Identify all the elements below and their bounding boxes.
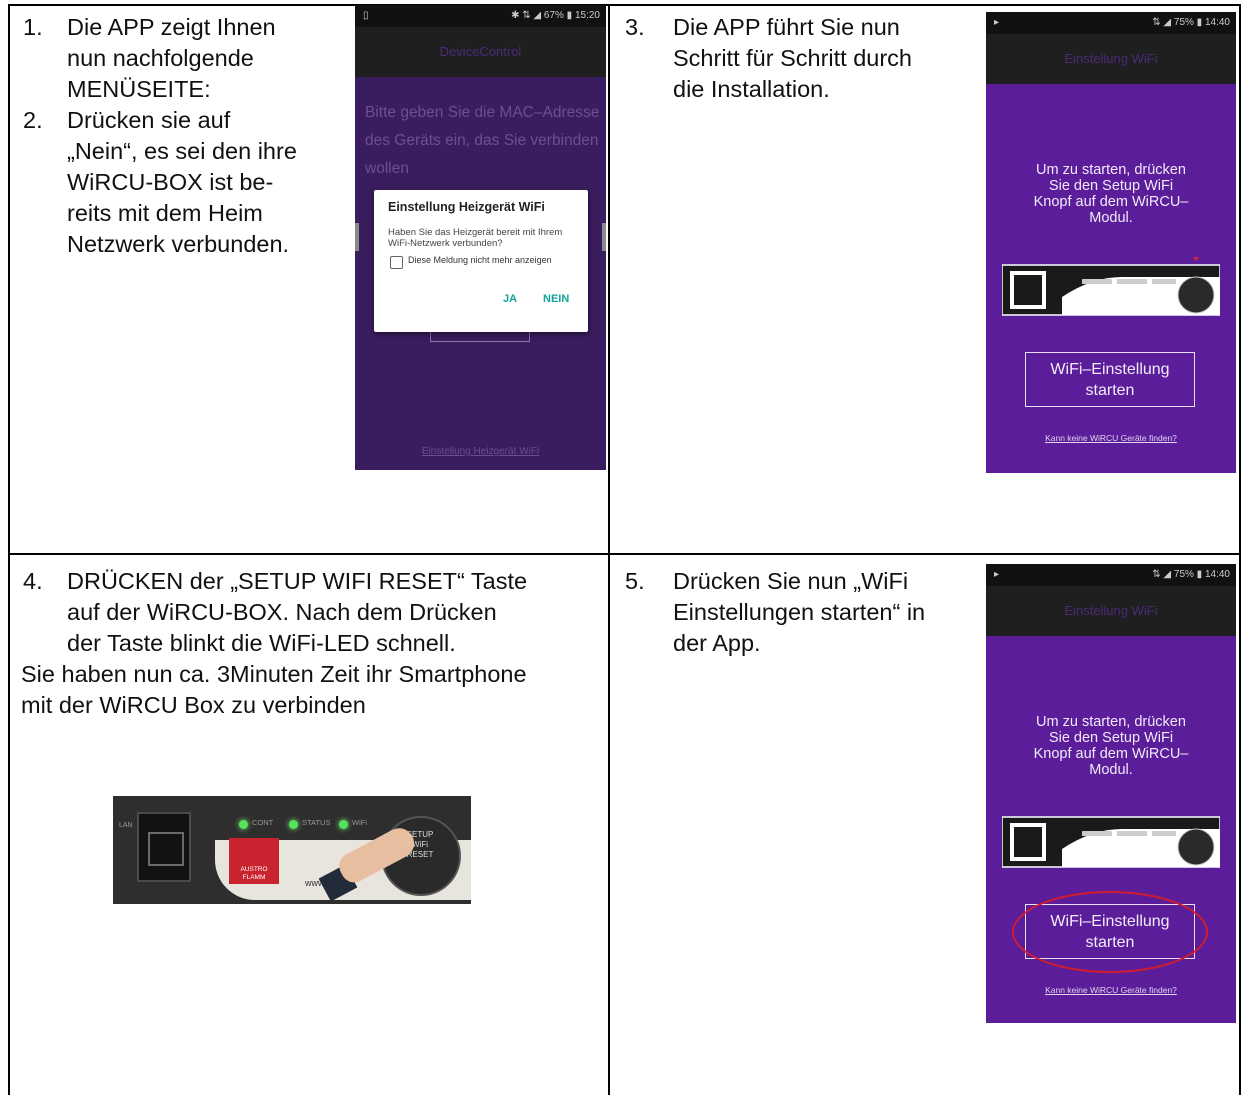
step-5-line: Drücken Sie nun „WiFi [673,568,909,594]
ethernet-port [137,812,191,882]
step-1-line: MENÜSEITE: [67,76,211,102]
dont-show-checkbox[interactable] [390,256,403,269]
phone-screenshot-start: ▸ ⇅ ◢ 75% ▮ 14:40 Einstellung WiFi Um zu… [986,564,1236,1023]
app-title: DeviceControl [355,27,606,77]
step-4-note: Sie haben nun ca. 3Minuten Zeit ihr Smar… [21,659,606,721]
message-line: Sie den Setup WiFi [1048,178,1174,194]
step-2-line: reits mit dem Heim [67,200,263,226]
step-5-number: 5. [625,568,645,594]
help-link[interactable]: Kann keine WiRCU Geräte finden? [986,433,1236,443]
message-line: Knopf auf dem WiRCU– [1033,746,1189,762]
setup-message: Um zu starten, drücken Sie den Setup WiF… [996,162,1226,226]
no-button[interactable]: NEIN [543,293,569,305]
step-4-number: 4. [23,568,43,594]
step-5-line: der App. [673,630,761,656]
step-3-line: die Installation. [673,76,830,102]
austroflamm-logo: AUSTRO FLAMM [229,838,279,884]
step-2-line: WiRCU-BOX ist be- [67,169,274,195]
led-cont-icon [239,820,248,829]
button-line: WiFi–Einstellung [1050,361,1170,378]
step-5-line: Einstellungen starten“ in [673,599,926,625]
note-line: mit der WiRCU Box zu verbinden [21,692,366,718]
help-link[interactable]: Kann keine WiRCU Geräte finden? [986,985,1236,995]
dont-show-label: Diese Meldung nicht mehr anzeigen [408,255,552,265]
status-bar: ▸ ⇅ ◢ 75% ▮ 14:40 [986,564,1236,586]
status-bar: ▯ ✱ ⇅ ◢ 67% ▮ 15:20 [355,5,606,27]
side-label: LAN [119,822,133,829]
prompt-line: wollen [365,160,409,177]
step-2-line: Netzwerk verbunden. [67,231,290,257]
phone-screenshot-setup: ▸ ⇅ ◢ 75% ▮ 14:40 Einstellung WiFi Um zu… [986,12,1236,473]
step-1-number: 1. [23,14,43,40]
led-wifi-icon [339,820,348,829]
step-3-number: 3. [625,14,645,40]
message-line: Modul. [1089,762,1133,778]
message-line: Um zu starten, drücken [1036,714,1186,730]
setup-message: Um zu starten, drücken Sie den Setup WiF… [996,714,1226,778]
status-left: ▸ [994,569,1000,580]
status-left: ▸ [994,17,1000,28]
mac-address-prompt: Bitte geben Sie die MAC–Adresse des Gerä… [365,99,601,183]
prompt-line: des Geräts ein, das Sie verbinden [365,132,599,149]
wircu-device-illustration [1002,816,1220,868]
led-status-icon [289,820,298,829]
wircu-box-photo: LAN CONT STATUS WiFi AUSTRO FLAMM SETUP … [113,796,471,904]
note-line: Sie haben nun ca. 3Minuten Zeit ihr Smar… [21,661,527,687]
message-line: Um zu starten, drücken [1036,162,1186,178]
dialog-message: Haben Sie das Heizgerät bereit mit Ihrem… [388,227,563,249]
status-right: ✱ ⇅ ◢ 67% ▮ 15:20 [511,10,600,21]
wifi-dialog: Einstellung Heizgerät WiFi Haben Sie das… [374,190,588,332]
yes-button[interactable]: JA [503,293,517,305]
step-4-line: DRÜCKEN der „SETUP WIFI RESET“ Taste [67,568,528,594]
highlight-ellipse [1012,891,1208,973]
table-divider-horizontal [8,553,1241,555]
status-right: ⇅ ◢ 75% ▮ 14:40 [1152,17,1230,28]
step-2-number: 2. [23,107,43,133]
step-1-line: nun nachfolgende [67,45,254,71]
step-3-line: Schritt für Schritt durch [673,45,912,71]
button-line: starten [1085,382,1135,399]
step-3-line: Die APP führt Sie nun [673,14,900,40]
wifi-setup-start-button[interactable]: WiFi–Einstellung starten [1025,352,1195,407]
phone-screenshot-dialog: ▯ ✱ ⇅ ◢ 67% ▮ 15:20 DeviceControl Bitte … [355,5,606,470]
prompt-line: Bitte geben Sie die MAC–Adresse [365,104,600,121]
app-title: Einstellung WiFi [986,586,1236,636]
step-1-line: Die APP zeigt Ihnen [67,14,276,40]
app-title: Einstellung WiFi [986,34,1236,84]
step-2-line: „Nein“, es sei den ihre [67,138,297,164]
message-line: Sie den Setup WiFi [1048,730,1174,746]
status-left: ▯ [363,10,369,21]
step-4-line: auf der WiRCU-BOX. Nach dem Drücken [67,599,497,625]
message-line: Modul. [1089,210,1133,226]
status-bar: ▸ ⇅ ◢ 75% ▮ 14:40 [986,12,1236,34]
input-edge-right [602,223,606,251]
message-line: Knopf auf dem WiRCU– [1033,194,1189,210]
wircu-device-illustration [1002,257,1220,316]
dialog-title: Einstellung Heizgerät WiFi [388,200,545,214]
status-right: ⇅ ◢ 75% ▮ 14:40 [1152,569,1230,580]
step-2-line: Drücken sie auf [67,107,231,133]
footer-link[interactable]: Einstellung Heizgerät WiFi [355,446,606,457]
table-divider-vertical [608,4,610,1095]
led-status-label: STATUS [302,818,331,827]
led-cont-label: CONT [252,818,274,827]
input-edge-left [355,223,359,251]
step-4-line: der Taste blinkt die WiFi-LED schnell. [67,630,456,656]
led-wifi-label: WiFi [352,818,367,827]
